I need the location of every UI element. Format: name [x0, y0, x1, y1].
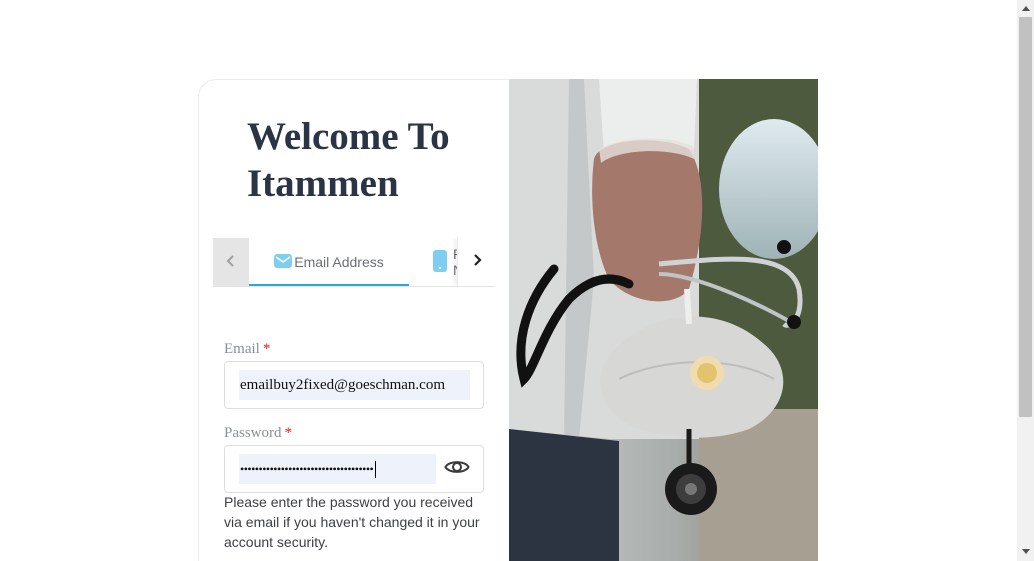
tab-email-address[interactable]: Email Address [249, 238, 409, 286]
tabs-scroll-right-button[interactable] [457, 238, 495, 286]
password-input[interactable]: •••••••••••••••••••••••••••••••••••• [239, 454, 436, 484]
login-method-tabs: Email Address Phone Number [213, 238, 495, 287]
page-title: Welcome To Itammen [247, 115, 450, 205]
password-field[interactable]: •••••••••••••••••••••••••••••••••••• [224, 445, 484, 493]
text-caret [375, 460, 377, 478]
password-label-text: Password [224, 425, 282, 441]
scroll-up-button[interactable] [1017, 0, 1034, 17]
chevron-left-icon [226, 252, 236, 273]
tab-email-label: Email Address [294, 254, 384, 270]
page-scrollbar[interactable] [1017, 0, 1034, 561]
hero-image-doctor-with-mask [509, 79, 818, 561]
phone-icon [433, 249, 447, 275]
toggle-password-visibility-button[interactable] [443, 457, 471, 481]
triangle-down-icon [1021, 548, 1030, 557]
email-label-text: Email [224, 341, 260, 357]
password-dots: •••••••••••••••••••••••••••••••••••• [240, 461, 374, 476]
tabs-scroll-left-button[interactable] [213, 238, 249, 286]
email-input[interactable]: emailbuy2fixed@goeschman.com [239, 370, 470, 400]
triangle-up-icon [1021, 4, 1030, 13]
eye-icon [444, 458, 470, 481]
required-mark: * [262, 341, 271, 357]
email-icon [274, 253, 293, 272]
password-help-text: Please enter the password you received v… [224, 494, 480, 550]
chevron-right-icon [472, 253, 482, 272]
active-tab-indicator [249, 284, 409, 286]
scroll-down-button[interactable] [1017, 544, 1034, 561]
required-mark: * [284, 425, 293, 441]
email-field[interactable]: emailbuy2fixed@goeschman.com [224, 361, 484, 409]
scrollbar-thumb[interactable] [1019, 17, 1032, 417]
email-label: Email * [224, 341, 270, 358]
password-label: Password * [224, 425, 292, 442]
login-card: Welcome To Itammen Email Address Phone N… [198, 79, 509, 561]
